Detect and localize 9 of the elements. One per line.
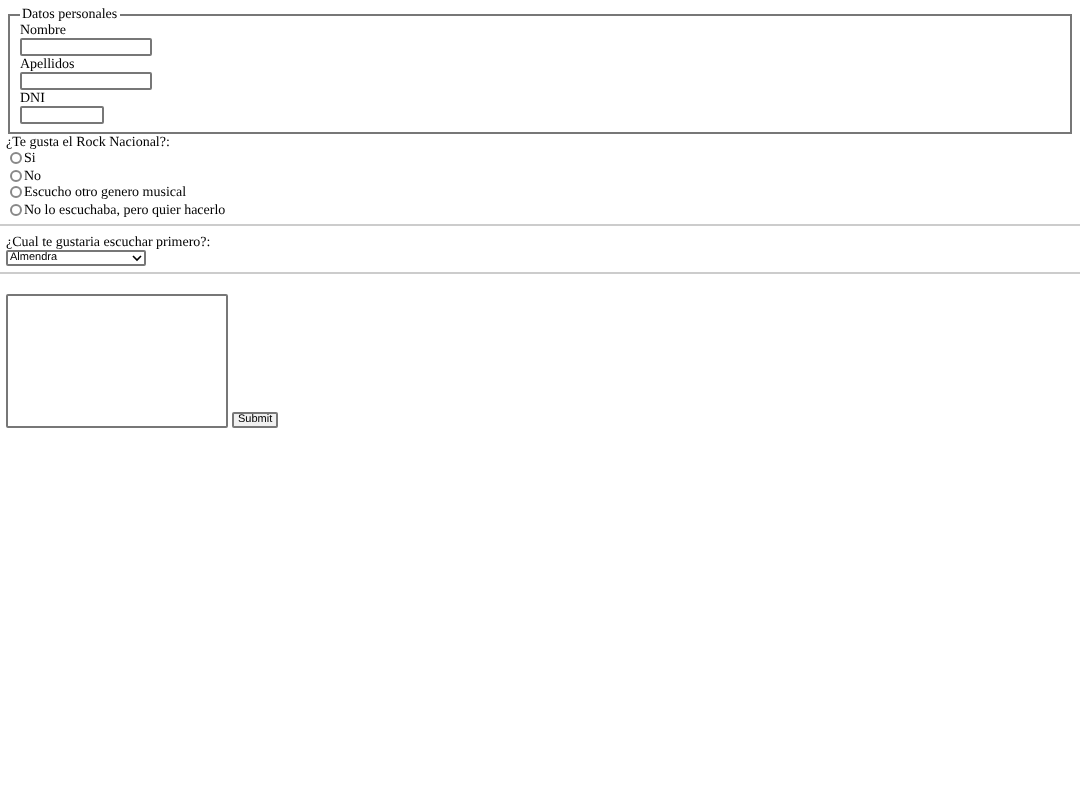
radio-button[interactable]	[10, 169, 22, 182]
text-input[interactable]	[20, 72, 152, 90]
text-input[interactable]	[20, 38, 152, 56]
radio-button[interactable]	[10, 204, 22, 217]
radio-button[interactable]	[10, 152, 22, 165]
text-area[interactable]	[6, 294, 228, 429]
radio-button[interactable]	[10, 186, 22, 199]
chevron-icon	[132, 254, 142, 263]
text-input[interactable]	[20, 106, 104, 124]
